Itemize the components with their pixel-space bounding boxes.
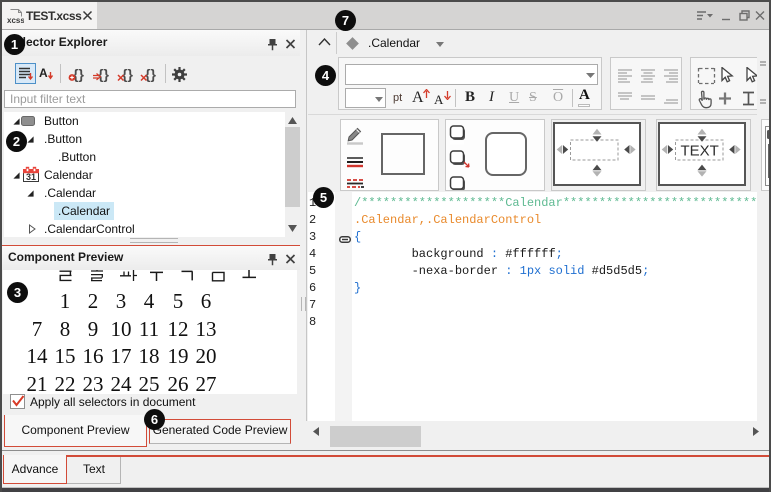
svg-text:31: 31 bbox=[26, 172, 36, 182]
svg-text:{}: {} bbox=[98, 66, 109, 82]
svg-text:A: A bbox=[39, 66, 48, 80]
svg-text:{}: {} bbox=[73, 66, 84, 82]
svg-text:{}: {} bbox=[122, 66, 133, 82]
svg-text:TEXT: TEXT bbox=[681, 143, 719, 160]
svg-text:{}: {} bbox=[145, 66, 156, 82]
svg-text:xcss: xcss bbox=[7, 16, 24, 24]
